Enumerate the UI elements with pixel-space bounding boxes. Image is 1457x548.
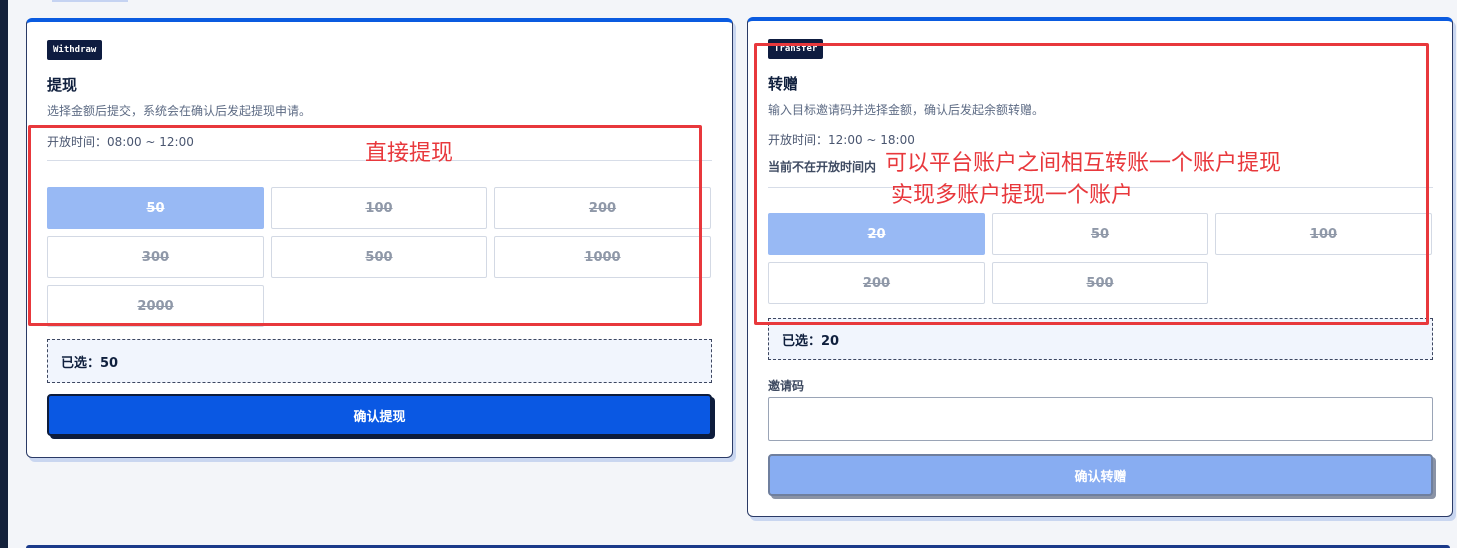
confirm-withdraw-button[interactable]: 确认提现 (47, 394, 712, 436)
annotation-text-transfer-line1: 可以平台账户之间相互转账一个账户提现 (885, 151, 1282, 176)
withdraw-title: 提现 (47, 76, 78, 94)
annotation-text-withdraw: 直接提现 (365, 141, 454, 166)
withdraw-badge: Withdraw (47, 40, 103, 60)
invite-code-input[interactable] (768, 397, 1433, 441)
annotation-text-transfer-line2: 实现多账户提现一个账户 (891, 183, 1134, 208)
confirm-transfer-button[interactable]: 确认转赠 (768, 454, 1433, 496)
window-left-edge (0, 0, 8, 548)
withdraw-description: 选择金额后提交，系统会在确认后发起提现申请。 (47, 104, 312, 118)
top-tab-indicator (52, 0, 128, 2)
invite-code-label: 邀请码 (768, 379, 805, 393)
withdraw-selected-summary: 已选：50 (47, 339, 712, 383)
